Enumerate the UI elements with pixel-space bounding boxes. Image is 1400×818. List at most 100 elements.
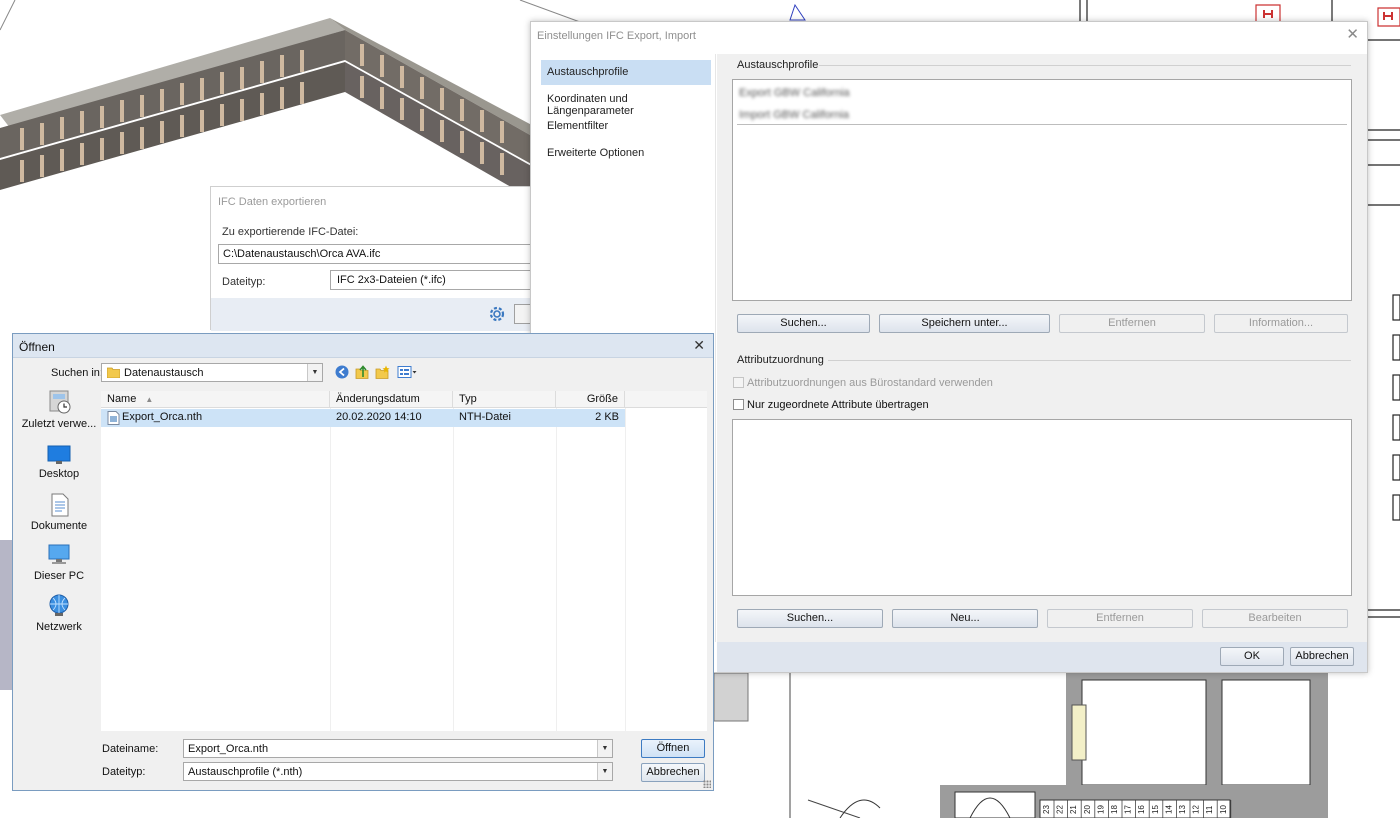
stair-step-label: 19	[1096, 805, 1105, 814]
profiles-save-as-button[interactable]: Speichern unter...	[879, 314, 1050, 333]
attributes-new-button[interactable]: Neu...	[892, 609, 1038, 628]
attributes-remove-button[interactable]: Entfernen	[1047, 609, 1193, 628]
assigned-only-checkbox[interactable]	[733, 399, 744, 410]
group-divider	[828, 360, 1351, 361]
dialog-title: IFC Daten exportieren	[218, 196, 327, 208]
look-in-select[interactable]: Datenaustausch ▼	[101, 363, 323, 382]
ok-button[interactable]: OK	[1220, 647, 1284, 666]
place-label: Desktop	[38, 468, 80, 480]
stair-step-label: 14	[1164, 805, 1173, 814]
stair-step-label: 18	[1110, 805, 1119, 814]
nav-item-austauschprofile[interactable]: Austauschprofile	[541, 60, 711, 85]
chevron-down-icon[interactable]: ▼	[307, 364, 322, 381]
place-label: Dieser PC	[33, 570, 85, 582]
stair-step-label: 16	[1137, 805, 1146, 814]
gear-icon[interactable]	[487, 304, 507, 324]
file-list[interactable]: Name ▲ Änderungsdatum Typ Größe Export_O…	[101, 391, 707, 731]
computer-icon	[48, 544, 70, 564]
filename-input[interactable]: Export_Orca.nth ▼	[183, 739, 613, 758]
stair-step-label: 20	[1083, 805, 1092, 814]
column-filler	[625, 391, 707, 408]
place-documents[interactable]: Dokumente	[17, 492, 101, 540]
cancel-button[interactable]: Abbrechen	[1290, 647, 1354, 666]
profiles-info-button[interactable]: Information...	[1214, 314, 1348, 333]
recent-places-icon	[49, 390, 71, 414]
nav-item-koordinaten[interactable]: Koordinaten und Längenparameter	[541, 87, 711, 117]
stair-step-label: 10	[1219, 805, 1228, 814]
file-icon	[107, 411, 120, 425]
back-icon[interactable]	[335, 365, 349, 379]
profile-item[interactable]: Export GBW California	[739, 87, 850, 99]
place-desktop[interactable]: Desktop	[17, 442, 101, 490]
profile-item[interactable]: Import GBW California	[739, 109, 849, 121]
filetype-label: Dateityp:	[102, 766, 146, 778]
desktop-icon	[47, 445, 71, 464]
file-size: 2 KB	[595, 411, 619, 423]
export-file-input[interactable]: C:\Datenaustausch\Orca AVA.ifc	[218, 244, 548, 264]
documents-icon	[51, 493, 69, 517]
stair-step-label: 15	[1151, 805, 1160, 814]
open-file-dialog: Öffnen ✕ Suchen in: Datenaustausch ▼ Zul…	[12, 333, 714, 791]
stair-step-label: 12	[1192, 805, 1201, 814]
file-type-select[interactable]: IFC 2x3-Dateien (*.ifc)	[330, 270, 550, 290]
profiles-remove-button[interactable]: Entfernen	[1059, 314, 1205, 333]
look-in-value: Datenaustausch	[124, 367, 204, 379]
place-network[interactable]: Netzwerk	[17, 593, 101, 641]
place-label: Zuletzt verwe...	[21, 418, 97, 430]
attributes-edit-button[interactable]: Bearbeiten	[1202, 609, 1348, 628]
profiles-search-button[interactable]: Suchen...	[737, 314, 870, 333]
dialog-title: Öffnen	[19, 340, 55, 354]
filename-value: Export_Orca.nth	[188, 743, 269, 755]
open-button[interactable]: Öffnen	[641, 739, 705, 758]
stair-step-label: 22	[1056, 805, 1065, 814]
place-label: Dokumente	[30, 520, 88, 532]
network-icon	[49, 594, 69, 616]
view-menu-icon[interactable]	[397, 365, 417, 379]
up-folder-icon[interactable]	[355, 365, 369, 379]
file-name: Export_Orca.nth	[122, 411, 203, 423]
resize-grip[interactable]	[703, 780, 711, 788]
stair-step-label: 17	[1124, 805, 1133, 814]
stair-step-label: 23	[1042, 805, 1051, 814]
stair-step-label: 13	[1178, 805, 1187, 814]
attributes-search-button[interactable]: Suchen...	[737, 609, 883, 628]
column-size[interactable]: Größe	[556, 391, 625, 408]
folder-icon	[107, 367, 120, 378]
column-divider	[625, 408, 626, 731]
file-type-label: Dateityp:	[222, 276, 266, 288]
close-icon[interactable]: ✕	[1346, 27, 1359, 43]
filetype-select[interactable]: Austauschprofile (*.nth) ▼	[183, 762, 613, 781]
cancel-button[interactable]: Abbrechen	[641, 763, 705, 782]
chevron-down-icon[interactable]: ▼	[597, 740, 612, 757]
profiles-group-title: Austauschprofile	[737, 59, 819, 71]
new-folder-icon[interactable]	[375, 365, 390, 379]
file-date: 20.02.2020 14:10	[336, 411, 422, 423]
place-label: Netzwerk	[36, 621, 82, 633]
sort-up-icon: ▲	[145, 395, 154, 404]
place-this-pc[interactable]: Dieser PC	[17, 542, 101, 590]
dialog-title: Einstellungen IFC Export, Import	[537, 30, 696, 42]
column-divider	[556, 408, 557, 731]
nav-item-erweiterte-optionen[interactable]: Erweiterte Optionen	[541, 141, 711, 166]
column-type[interactable]: Typ	[453, 391, 556, 408]
look-in-label: Suchen in:	[51, 367, 103, 379]
column-name[interactable]: Name ▲	[101, 391, 330, 408]
nav-item-elementfilter[interactable]: Elementfilter	[541, 114, 711, 139]
assigned-only-label: Nur zugeordnete Attribute übertragen	[747, 399, 929, 411]
stair-step-label: 11	[1205, 805, 1214, 814]
place-recent[interactable]: Zuletzt verwe...	[17, 388, 101, 436]
list-divider	[737, 124, 1347, 125]
column-date[interactable]: Änderungsdatum	[330, 391, 453, 408]
chevron-down-icon[interactable]: ▼	[597, 763, 612, 780]
filename-label: Dateiname:	[102, 743, 159, 755]
stair-step-label: 21	[1069, 805, 1078, 814]
profiles-list[interactable]: Export GBW California Import GBW Califor…	[732, 79, 1352, 301]
close-icon[interactable]: ✕	[693, 337, 705, 354]
ifc-export-dialog: IFC Daten exportieren Zu exportierende I…	[210, 186, 550, 331]
column-label: Name	[107, 393, 137, 405]
attributes-list[interactable]	[732, 419, 1352, 596]
file-row[interactable]: Export_Orca.nth 20.02.2020 14:10 NTH-Dat…	[101, 409, 625, 427]
filetype-value: Austauschprofile (*.nth)	[188, 766, 303, 778]
office-standard-checkbox[interactable]	[733, 377, 744, 388]
title-bar: Öffnen ✕	[13, 334, 713, 358]
